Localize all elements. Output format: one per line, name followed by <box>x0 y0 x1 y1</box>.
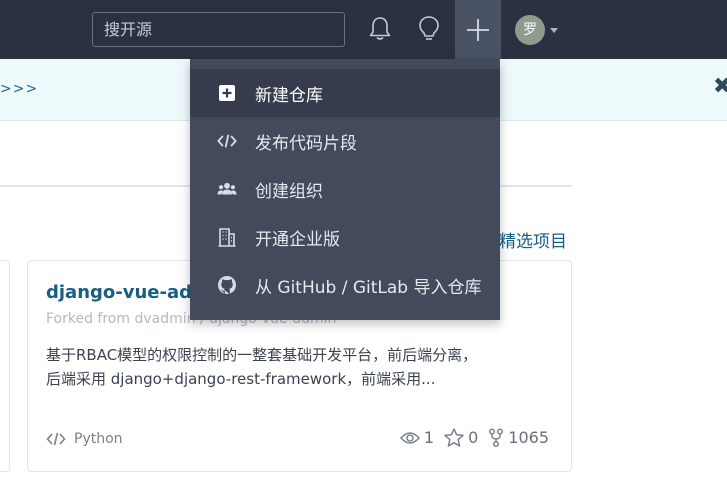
repo-description-line: 基于RBAC模型的权限控制的一整套基础开发平台，前后端分离， <box>46 346 478 364</box>
lightbulb-icon <box>419 16 439 40</box>
stars-count: 0 <box>468 428 479 447</box>
language-label: Python <box>74 431 123 447</box>
stars-stat[interactable]: 0 <box>444 428 478 447</box>
building-icon <box>217 227 237 247</box>
menu-item-enterprise[interactable]: 开通企业版 <box>190 213 500 261</box>
plus-icon <box>467 18 489 41</box>
menu-item-label: 从 GitHub / GitLab 导入仓库 <box>255 277 482 298</box>
users-icon <box>217 179 237 199</box>
menu-item-new-repo[interactable]: 新建仓库 <box>190 69 500 117</box>
fork-icon <box>489 428 504 447</box>
repo-description-line: 后端采用 django+django-rest-framework，前端采用..… <box>46 370 436 388</box>
ideas-button[interactable] <box>414 14 444 44</box>
code-icon <box>46 432 66 446</box>
create-new-button[interactable] <box>455 0 501 59</box>
forks-count: 1065 <box>508 428 549 447</box>
star-icon <box>444 428 464 447</box>
menu-item-label: 发布代码片段 <box>255 133 357 154</box>
menu-item-label: 新建仓库 <box>255 85 323 106</box>
featured-projects-link[interactable]: 精选项目 <box>499 227 567 252</box>
menu-item-new-snippet[interactable]: 发布代码片段 <box>190 117 500 165</box>
forks-stat[interactable]: 1065 <box>488 428 549 447</box>
watchers-stat[interactable]: 1 <box>399 428 435 447</box>
menu-item-label: 开通企业版 <box>255 229 340 250</box>
repo-card-previous[interactable] <box>0 260 10 472</box>
top-navbar: 罗 <box>0 0 727 59</box>
watchers-count: 1 <box>423 428 435 447</box>
repo-description: 基于RBAC模型的权限控制的一整套基础开发平台，前后端分离， 后端采用 djan… <box>46 343 556 391</box>
announcement-link[interactable]: >>> <box>0 81 38 97</box>
search-input[interactable] <box>93 13 344 46</box>
github-icon <box>217 275 237 295</box>
user-avatar[interactable]: 罗 <box>515 15 545 45</box>
menu-item-import-repo[interactable]: 从 GitHub / GitLab 导入仓库 <box>190 261 500 309</box>
create-dropdown-menu: 新建仓库 发布代码片段 创建组织 开通企业版 从 GitHub / GitLab… <box>190 59 500 320</box>
avatar-caret-icon[interactable] <box>550 28 558 33</box>
plus-square-icon <box>217 83 237 103</box>
bell-icon <box>369 17 391 40</box>
search-box[interactable] <box>92 12 345 47</box>
code-icon <box>217 131 237 151</box>
eye-icon <box>399 431 420 444</box>
menu-item-new-org[interactable]: 创建组织 <box>190 165 500 213</box>
menu-item-label: 创建组织 <box>255 181 323 202</box>
repo-language: Python <box>46 431 123 447</box>
repo-stats: 1 0 1065 <box>399 428 549 447</box>
notifications-button[interactable] <box>365 14 395 44</box>
close-icon[interactable]: ✖ <box>713 74 727 99</box>
